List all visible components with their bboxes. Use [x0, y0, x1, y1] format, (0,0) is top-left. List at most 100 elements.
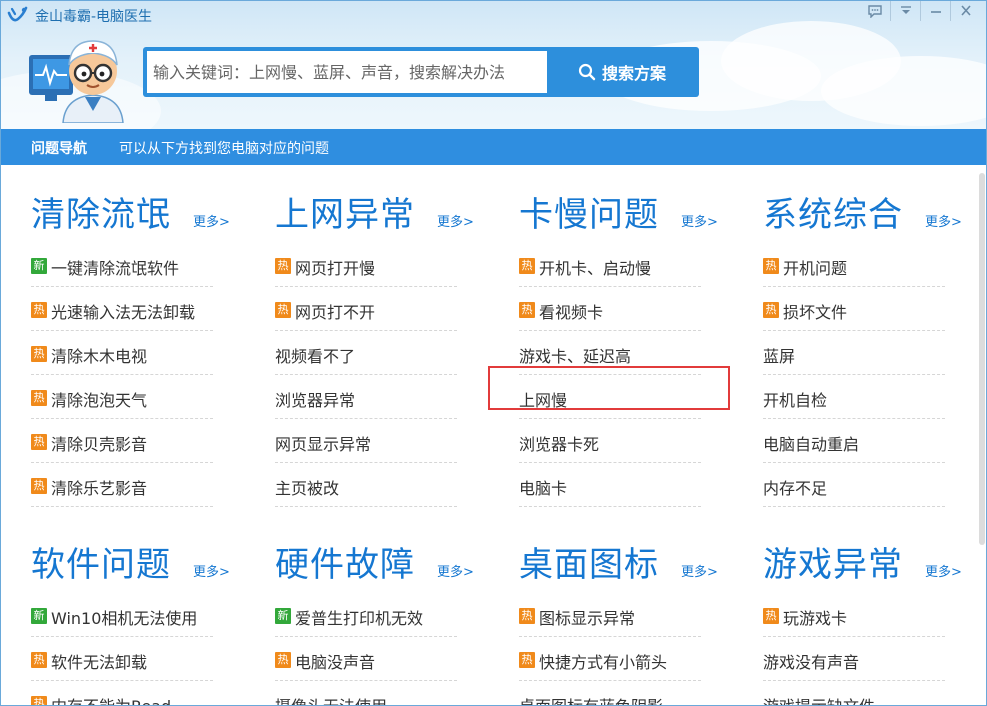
problem-link[interactable]: 热快捷方式有小箭头 [519, 637, 701, 681]
problem-link[interactable]: 热开机卡、启动慢 [519, 243, 701, 287]
problem-link[interactable]: 内存不足 [763, 463, 945, 507]
app-title: 金山毒霸-电脑医生 [35, 9, 153, 25]
problem-link-label: 浏览器卡死 [519, 435, 600, 454]
section-item-list: 新爱普生打印机无效热电脑没声音摄像头无法使用 [275, 593, 457, 705]
problem-link[interactable]: 主页被改 [275, 463, 457, 507]
search-button[interactable]: 搜索方案 [549, 51, 695, 93]
problem-link-label: 游戏提示缺文件 [763, 693, 875, 705]
problem-link[interactable]: 热电脑没声音 [275, 637, 457, 681]
section-7: 游戏异常 更多> 热玩游戏卡游戏没有声音游戏提示缺文件 [763, 537, 986, 705]
problem-link[interactable]: 开机自检 [763, 375, 945, 419]
close-icon[interactable] [950, 1, 980, 21]
feedback-icon[interactable] [860, 1, 890, 21]
section-title: 清除流氓 [31, 195, 171, 235]
section-item-list: 新一键清除流氓软件热光速输入法无法卸载热清除木木电视热清除泡泡天气热清除贝壳影音… [31, 243, 213, 507]
problem-link[interactable]: 热清除贝壳影音 [31, 419, 213, 463]
problem-link[interactable]: 热光速输入法无法卸载 [31, 287, 213, 331]
problem-link[interactable]: 热玩游戏卡 [763, 593, 945, 637]
hot-badge: 热 [31, 302, 47, 318]
hot-badge: 热 [31, 346, 47, 362]
problem-link[interactable]: 电脑自动重启 [763, 419, 945, 463]
problem-link-label: 浏览器异常 [275, 391, 356, 410]
problem-link-label: 开机自检 [763, 391, 828, 410]
problem-link[interactable]: 蓝屏 [763, 331, 945, 375]
minimize-icon[interactable] [920, 1, 950, 21]
problem-link[interactable]: 新爱普生打印机无效 [275, 593, 457, 637]
more-link[interactable]: 更多> [681, 211, 718, 230]
problem-link[interactable]: 浏览器异常 [275, 375, 457, 419]
section-title: 桌面图标 [519, 545, 659, 585]
problem-link-label: 清除泡泡天气 [51, 391, 148, 410]
problem-link[interactable]: 热开机问题 [763, 243, 945, 287]
search-icon [578, 63, 596, 81]
titlebar: 金山毒霸-电脑医生 [1, 1, 986, 29]
problem-link[interactable]: 热损坏文件 [763, 287, 945, 331]
problem-link[interactable]: 新 Win10相机无法使用 [31, 593, 213, 637]
problem-link-label: 游戏没有声音 [763, 653, 860, 672]
hot-badge: 热 [763, 258, 779, 274]
problem-link[interactable]: 电脑卡 [519, 463, 701, 507]
header: 金山毒霸-电脑医生 输入关键词：上网慢、蓝屏、声音，搜索解决办法 搜索方案 [1, 1, 986, 129]
section-item-list: 热开机问题热损坏文件 蓝屏 开机自检 电脑自动重启 内存不足 [763, 243, 945, 507]
section-item-list: 热网页打开慢热网页打不开视频看不了浏览器异常网页显示异常 主页被改 [275, 243, 457, 507]
problem-link[interactable]: 浏览器卡死 [519, 419, 701, 463]
more-link[interactable]: 更多> [437, 211, 474, 230]
new-badge: 新 [31, 258, 47, 274]
section-title: 游戏异常 [763, 545, 903, 585]
problem-link[interactable]: 热内存不能为Read [31, 681, 213, 705]
problem-link[interactable]: 游戏提示缺文件 [763, 681, 945, 705]
section-title: 软件问题 [31, 545, 171, 585]
problem-link-label: 蓝屏 [763, 347, 796, 366]
problem-link[interactable]: 游戏没有声音 [763, 637, 945, 681]
section-5: 硬件故障 更多> 新爱普生打印机无效热电脑没声音摄像头无法使用 [275, 537, 515, 705]
section-4: 软件问题 更多> 新Win10相机无法使用热软件无法卸载热内存不能为Read [31, 537, 271, 705]
section-title: 卡慢问题 [519, 195, 659, 235]
problem-link[interactable]: 热网页打不开 [275, 287, 457, 331]
menu-icon[interactable] [890, 1, 920, 21]
hot-badge: 热 [275, 652, 291, 668]
problem-link[interactable]: 热软件无法卸载 [31, 637, 213, 681]
problem-link[interactable]: 热清除乐艺影音 [31, 463, 213, 507]
problem-link-label: 摄像头无法使用 [275, 693, 387, 705]
problem-link[interactable]: 热清除木木电视 [31, 331, 213, 375]
doctor-mascot-icon [29, 40, 124, 123]
problem-link[interactable]: 摄像头无法使用 [275, 681, 457, 705]
problem-link-label: 开机卡、启动慢 [539, 259, 652, 278]
problem-link[interactable]: 网页显示异常 [275, 419, 457, 463]
problem-link[interactable]: 热看视频卡 [519, 287, 701, 331]
app-logo-icon [7, 6, 28, 22]
problem-link[interactable]: 视频看不了 [275, 331, 457, 375]
more-link[interactable]: 更多> [925, 561, 962, 580]
scrollbar-thumb[interactable] [979, 173, 985, 545]
problem-link-label: 内存不足 [763, 479, 828, 498]
problem-link-label: 损坏文件 [783, 303, 848, 322]
new-badge: 新 [275, 608, 291, 624]
problem-link[interactable]: 新一键清除流氓软件 [31, 243, 213, 287]
problem-link-label: 网页显示异常 [275, 435, 372, 454]
more-link[interactable]: 更多> [681, 561, 718, 580]
problem-link-label: 光速输入法无法卸载 [51, 303, 196, 322]
new-badge: 新 [31, 608, 47, 624]
more-link[interactable]: 更多> [437, 561, 474, 580]
section-item-list: 新Win10相机无法使用热软件无法卸载热内存不能为Read [31, 593, 213, 705]
section-title: 系统综合 [763, 195, 903, 235]
more-link[interactable]: 更多> [925, 211, 962, 230]
problem-link[interactable]: 热图标显示异常 [519, 593, 701, 637]
problem-link-label: 清除木木电视 [51, 347, 148, 366]
problem-link-label: 网页打开慢 [295, 259, 376, 278]
problem-link[interactable]: 桌面图标有蓝色阴影 [519, 681, 701, 705]
problem-link[interactable]: 热网页打开慢 [275, 243, 457, 287]
hot-badge: 热 [31, 434, 47, 450]
problem-link-label: 游戏卡、延迟高 [519, 347, 632, 366]
more-link[interactable]: 更多> [193, 211, 230, 230]
search-input[interactable] [147, 51, 547, 93]
hot-badge: 热 [519, 652, 535, 668]
more-link[interactable]: 更多> [193, 561, 230, 580]
problem-link[interactable]: 热清除泡泡天气 [31, 375, 213, 419]
problem-link-label: 玩游戏卡 [783, 609, 848, 628]
problem-link-label: 视频看不了 [275, 347, 356, 366]
section-title: 上网异常 [275, 195, 415, 235]
problem-link-label: 主页被改 [275, 479, 340, 498]
problem-sections: 清除流氓 更多> 新一键清除流氓软件热光速输入法无法卸载热清除木木电视热清除泡泡天气… [1, 165, 986, 705]
section-3: 系统综合 更多> 热开机问题热损坏文件 蓝屏 开机自检 电脑自动重启 内存不足 [763, 187, 986, 517]
